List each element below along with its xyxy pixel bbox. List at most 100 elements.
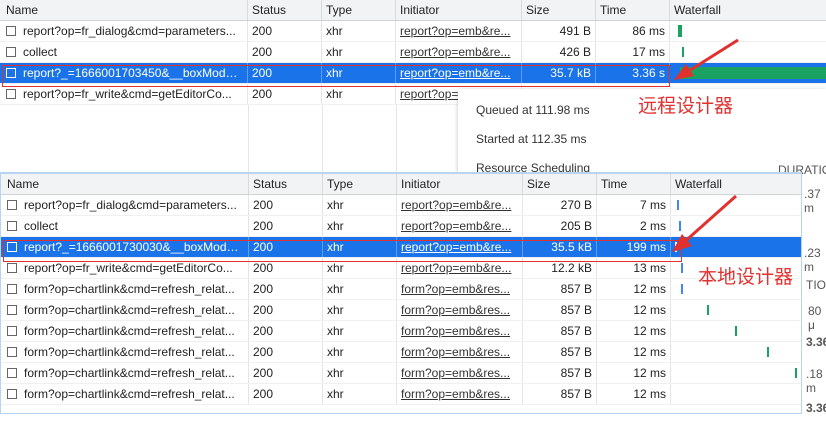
initiator-cell: form?op=emb&res... <box>397 279 523 299</box>
column-name[interactable]: Name <box>1 174 249 194</box>
request-name-cell: form?op=chartlink&cmd=refresh_relat... <box>1 279 249 299</box>
size-cell: 857 B <box>523 384 597 404</box>
time-cell: 12 ms <box>597 321 671 341</box>
type-cell: xhr <box>322 84 396 104</box>
checkbox-icon <box>7 221 17 231</box>
column-initiator[interactable]: Initiator <box>396 0 522 20</box>
side-label: TIO <box>806 278 826 292</box>
status-cell: 200 <box>249 384 323 404</box>
table-row[interactable]: form?op=chartlink&cmd=refresh_relat... 20… <box>1 321 801 342</box>
status-cell: 200 <box>248 42 322 62</box>
initiator-link[interactable]: report?op=emb&re... <box>400 24 510 38</box>
type-cell: xhr <box>323 384 397 404</box>
status-cell: 200 <box>248 63 322 83</box>
column-time[interactable]: Time <box>596 0 670 20</box>
checkbox-icon <box>6 26 16 36</box>
table-row[interactable]: collect 200 xhr report?op=emb&re... 205 B2 m… <box>1 216 801 237</box>
time-cell: 12 ms <box>597 300 671 320</box>
size-cell: 35.5 kB <box>523 237 597 257</box>
column-waterfall[interactable]: Waterfall <box>670 0 826 20</box>
column-time[interactable]: Time <box>597 174 671 194</box>
column-status[interactable]: Status <box>248 0 322 20</box>
waterfall-bar <box>678 25 682 37</box>
status-cell: 200 <box>249 321 323 341</box>
side-label: .23 m <box>804 246 821 274</box>
time-cell: 86 ms <box>596 21 670 41</box>
initiator-cell: form?op=emb&res... <box>397 300 523 320</box>
side-label: .18 m <box>806 367 823 395</box>
waterfall-bar <box>682 47 684 57</box>
waterfall-bar <box>679 221 681 231</box>
waterfall-cell <box>671 384 801 404</box>
column-size[interactable]: Size <box>522 0 596 20</box>
column-size[interactable]: Size <box>523 174 597 194</box>
type-cell: xhr <box>322 21 396 41</box>
initiator-link[interactable]: form?op=emb&res... <box>401 387 510 401</box>
initiator-link[interactable]: form?op=emb&res... <box>401 282 510 296</box>
request-name-cell: report?_=1666001703450&__boxModel... <box>0 63 248 83</box>
initiator-link[interactable]: report?op=emb&re... <box>400 45 510 59</box>
initiator-link[interactable]: form?op=emb&res... <box>401 324 510 338</box>
type-cell: xhr <box>323 363 397 383</box>
table-row[interactable]: form?op=chartlink&cmd=refresh_relat... 20… <box>1 342 801 363</box>
column-initiator[interactable]: Initiator <box>397 174 523 194</box>
table-row[interactable]: report?op=fr_dialog&cmd=parameters... 20… <box>0 21 826 42</box>
table-row[interactable]: form?op=chartlink&cmd=refresh_relat... 20… <box>1 300 801 321</box>
table-row[interactable]: report?op=fr_dialog&cmd=parameters... 200… <box>1 195 801 216</box>
size-cell: 35.7 kB <box>522 63 596 83</box>
time-cell: 12 ms <box>597 279 671 299</box>
initiator-cell: report?op=emb&re... <box>396 63 522 83</box>
initiator-cell: form?op=emb&res... <box>397 321 523 341</box>
initiator-cell: form?op=emb&res... <box>397 363 523 383</box>
initiator-link[interactable]: report?op=emb&re... <box>400 66 510 80</box>
waterfall-bar <box>677 200 679 210</box>
type-cell: xhr <box>322 63 396 83</box>
column-name[interactable]: Name <box>0 0 248 20</box>
time-cell: 7 ms <box>597 195 671 215</box>
column-waterfall[interactable]: Waterfall <box>671 174 801 194</box>
initiator-cell: form?op=emb&res... <box>397 384 523 404</box>
table-row[interactable]: form?op=chartlink&cmd=refresh_relat... 20… <box>1 279 801 300</box>
initiator-link[interactable]: form?op=emb&res... <box>401 303 510 317</box>
annotation-remote-designer: 远程设计器 <box>638 95 734 117</box>
table-row-selected[interactable]: report?_=1666001730030&__boxModel... 200 x… <box>1 237 801 258</box>
size-cell: 426 B <box>522 42 596 62</box>
table-row[interactable]: collect 200 xhr report?op=emb&re... 426 … <box>0 42 826 63</box>
size-cell: 857 B <box>523 279 597 299</box>
waterfall-cell <box>671 321 801 341</box>
time-cell: 13 ms <box>597 258 671 278</box>
checkbox-icon <box>6 68 16 78</box>
size-cell: 491 B <box>522 21 596 41</box>
request-name-cell: report?op=fr_dialog&cmd=parameters... <box>0 21 248 41</box>
table-row[interactable]: form?op=chartlink&cmd=refresh_relat... 20… <box>1 384 801 405</box>
table-row[interactable]: report?op=fr_write&cmd=getEditorCo... 200… <box>1 258 801 279</box>
status-cell: 200 <box>249 342 323 362</box>
column-status[interactable]: Status <box>249 174 323 194</box>
request-name-cell: collect <box>1 216 249 236</box>
initiator-link[interactable]: report?op=emb&re... <box>401 240 511 254</box>
status-cell: 200 <box>249 258 323 278</box>
checkbox-icon <box>7 284 17 294</box>
table-row-selected[interactable]: report?_=1666001703450&__boxModel... 200… <box>0 63 826 84</box>
initiator-link[interactable]: form?op=emb&res... <box>401 366 510 380</box>
request-name-cell: report?_=1666001730030&__boxModel... <box>1 237 249 257</box>
waterfall-bar <box>795 368 797 378</box>
initiator-cell: report?op=emb&re... <box>396 21 522 41</box>
waterfall-bar <box>681 284 683 294</box>
status-cell: 200 <box>248 84 322 104</box>
column-type[interactable]: Type <box>323 174 397 194</box>
initiator-link[interactable]: report?op= <box>400 87 458 101</box>
initiator-link[interactable]: report?op=emb&re... <box>401 261 511 275</box>
initiator-link[interactable]: report?op=emb&re... <box>401 219 511 233</box>
side-label: 80 μ <box>808 304 822 332</box>
time-cell: 3.36 s <box>596 63 670 83</box>
checkbox-icon <box>7 305 17 315</box>
time-cell: 17 ms <box>596 42 670 62</box>
popup-started: Started at 112.35 ms <box>476 132 587 146</box>
initiator-link[interactable]: report?op=emb&re... <box>401 198 511 212</box>
checkbox-icon <box>6 89 16 99</box>
table-row[interactable]: form?op=chartlink&cmd=refresh_relat... 20… <box>1 363 801 384</box>
column-type[interactable]: Type <box>322 0 396 20</box>
waterfall-cell <box>671 195 801 215</box>
initiator-link[interactable]: form?op=emb&res... <box>401 345 510 359</box>
